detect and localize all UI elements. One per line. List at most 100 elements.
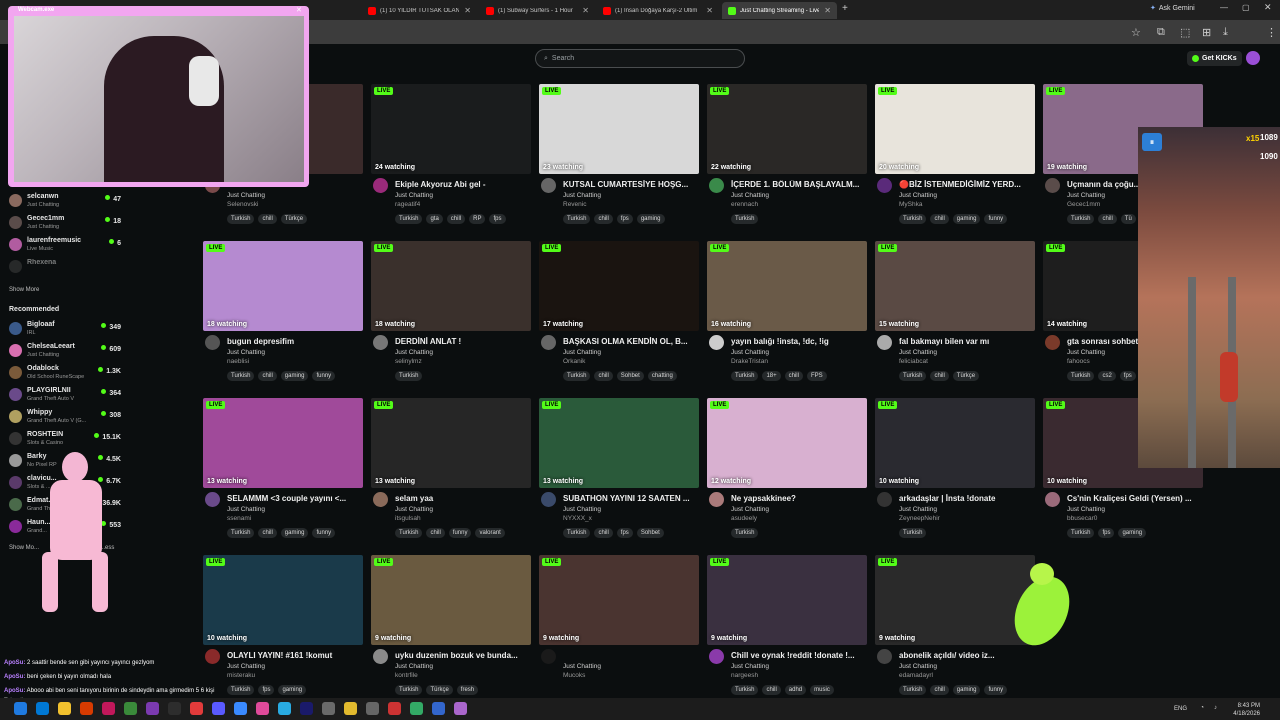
tag-chip[interactable]: funny xyxy=(448,528,472,538)
stream-username[interactable]: DrakeTristan xyxy=(731,358,768,365)
stream-title[interactable]: bugun depresifim xyxy=(227,337,363,346)
stream-category[interactable]: Just Chatting xyxy=(1067,349,1105,356)
stream-username[interactable]: kontrfile xyxy=(395,672,418,679)
channel-avatar[interactable] xyxy=(877,178,892,193)
stream-category[interactable]: Just Chatting xyxy=(731,663,769,670)
stream-title[interactable]: İÇERDE 1. BÖLÜM BAŞLAYALM... xyxy=(731,180,867,189)
stream-category[interactable]: Just Chatting xyxy=(395,192,433,199)
stream-thumbnail[interactable]: LIVE 17 watching xyxy=(539,241,699,331)
stream-username[interactable]: fahoocs xyxy=(1067,358,1090,365)
tag-chip[interactable]: fps xyxy=(1119,371,1136,381)
tag-chip[interactable]: Turkish xyxy=(563,528,591,538)
stream-category[interactable]: Just Chatting xyxy=(1067,192,1105,199)
channel-avatar[interactable] xyxy=(1045,178,1060,193)
stream-thumbnail[interactable]: LIVE 12 watching xyxy=(707,398,867,488)
stream-title[interactable]: SUBATHON YAYINI 12 SAATEN ... xyxy=(563,494,699,503)
taskbar-app-icon[interactable] xyxy=(190,702,203,715)
tag-chip[interactable]: Turkish xyxy=(227,214,255,224)
stream-thumbnail[interactable]: LIVE 13 watching xyxy=(371,398,531,488)
channel-avatar[interactable] xyxy=(877,649,892,664)
stream-username[interactable]: naeblisi xyxy=(227,358,249,365)
tag-chip[interactable]: gaming xyxy=(952,214,981,224)
stream-card[interactable]: LIVE 9 watching uyku duzenim bozuk ve bund… xyxy=(371,555,531,700)
channel-avatar[interactable] xyxy=(877,335,892,350)
tag-chip[interactable]: fps xyxy=(616,528,633,538)
tag-chip[interactable]: Türkçe xyxy=(952,371,980,381)
channel-avatar[interactable] xyxy=(709,492,724,507)
channel-avatar[interactable] xyxy=(541,492,556,507)
tag-chip[interactable]: fps xyxy=(489,214,506,224)
taskbar-app-icon[interactable] xyxy=(14,702,27,715)
tag-chip[interactable]: chill xyxy=(762,685,781,695)
tag-chip[interactable]: FPS xyxy=(806,371,827,381)
tag-chip[interactable]: chill xyxy=(258,528,277,538)
stream-username[interactable]: MyShka xyxy=(899,201,922,208)
tag-chip[interactable]: chill xyxy=(258,214,277,224)
sidebar-item-recommended[interactable]: PLAYGIRLNII Grand Theft Auto V 364 xyxy=(9,385,121,407)
downloads-icon[interactable]: ⤓ xyxy=(1223,26,1228,39)
extensions-icon[interactable]: ⧉ xyxy=(1157,26,1165,39)
channel-avatar[interactable] xyxy=(709,649,724,664)
maximize-icon[interactable]: ▢ xyxy=(1242,3,1250,12)
stream-title[interactable]: selam yaa xyxy=(395,494,531,503)
channel-avatar[interactable] xyxy=(1045,492,1060,507)
tag-chip[interactable]: Turkish xyxy=(563,371,591,381)
tag-chip[interactable]: Tü xyxy=(1120,214,1136,224)
stream-thumbnail[interactable]: LIVE 20 watching xyxy=(875,84,1035,174)
tag-chip[interactable]: Turkish xyxy=(563,214,591,224)
stream-title[interactable]: arkadaşlar | İnsta !donate xyxy=(899,494,1035,503)
tag-chip[interactable]: Turkish xyxy=(395,528,423,538)
stream-username[interactable]: itsgulsah xyxy=(395,515,421,522)
stream-category[interactable]: Just Chatting xyxy=(899,349,937,356)
stream-title[interactable]: SELAMMM <3 couple yayını <... xyxy=(227,494,363,503)
tag-chip[interactable]: Turkish xyxy=(395,685,423,695)
stream-username[interactable]: feliciabcat xyxy=(899,358,928,365)
extension-icon-2[interactable]: ⬚ xyxy=(1180,26,1190,39)
stream-username[interactable]: Gecec1mm xyxy=(1067,201,1100,208)
stream-username[interactable]: selinylmz xyxy=(395,358,422,365)
stream-card[interactable]: LIVE 18 watching bugun depresifim Just Chat… xyxy=(203,241,363,386)
tag-chip[interactable]: valorant xyxy=(475,528,505,538)
stream-username[interactable]: NYXXX_x xyxy=(563,515,592,522)
tag-chip[interactable]: fps xyxy=(616,214,633,224)
stream-category[interactable]: Just Chatting xyxy=(563,192,601,199)
stream-category[interactable]: Just Chatting xyxy=(395,663,433,670)
channel-avatar[interactable] xyxy=(205,335,220,350)
stream-card[interactable]: LIVE 23 watching KUTSAL CUMARTESİYE HOŞG..… xyxy=(539,84,699,229)
tag-chip[interactable]: chill xyxy=(784,371,803,381)
wifi-icon[interactable]: ◔ xyxy=(1200,704,1204,712)
stream-category[interactable]: Just Chatting xyxy=(899,663,937,670)
tag-chip[interactable]: Turkish xyxy=(899,528,927,538)
stream-card[interactable]: LIVE 20 watching 🔴BİZ İSTENMEDİĞİMİZ YERD.… xyxy=(875,84,1035,229)
stream-title[interactable]: Ekiple Akyoruz Abi gel - xyxy=(395,180,531,189)
stream-title[interactable]: KUTSAL CUMARTESİYE HOŞG... xyxy=(563,180,699,189)
stream-title[interactable]: yayın balığı !insta, !dc, !ig xyxy=(731,337,867,346)
stream-category[interactable]: Just Chatting xyxy=(227,349,265,356)
tag-chip[interactable]: gaming xyxy=(280,528,309,538)
stream-category[interactable]: Just Chatting xyxy=(563,349,601,356)
stream-category[interactable]: Just Chatting xyxy=(731,192,769,199)
sidebar-item-recommended[interactable]: Odablock Old School RuneScape 1.3K xyxy=(9,363,121,385)
tag-chip[interactable]: Turkish xyxy=(899,685,927,695)
taskbar-app-icon[interactable] xyxy=(256,702,269,715)
tag-chip[interactable]: RP xyxy=(469,214,486,224)
close-window-icon[interactable]: ✕ xyxy=(1264,2,1272,13)
stream-username[interactable]: Selenovski xyxy=(227,201,258,208)
taskbar-app-icon[interactable] xyxy=(146,702,159,715)
taskbar-app-icon[interactable] xyxy=(410,702,423,715)
tag-chip[interactable]: funny xyxy=(312,528,336,538)
tag-chip[interactable]: funny xyxy=(312,371,336,381)
taskbar-app-icon[interactable] xyxy=(454,702,467,715)
stream-thumbnail[interactable]: LIVE 18 watching xyxy=(203,241,363,331)
stream-title[interactable]: 🔴BİZ İSTENMEDİĞİMİZ YERD... xyxy=(899,180,1035,189)
stream-thumbnail[interactable]: LIVE 9 watching xyxy=(371,555,531,645)
sidebar-item-recommended[interactable]: ROSHTEIN Slots & Casino 15.1K xyxy=(9,429,121,451)
stream-username[interactable]: Mucoks xyxy=(563,672,585,679)
stream-category[interactable]: Just Chatting xyxy=(731,349,769,356)
stream-card[interactable]: LIVE 22 watching İÇERDE 1. BÖLÜM BAŞLAYALM… xyxy=(707,84,867,229)
pause-icon[interactable]: ⏸ xyxy=(1142,133,1162,151)
tag-chip[interactable]: 18+ xyxy=(762,371,781,381)
channel-avatar[interactable] xyxy=(205,492,220,507)
stream-title[interactable]: Cs'nin Kraliçesi Geldi (Yersen) ... xyxy=(1067,494,1203,503)
stream-card[interactable]: LIVE 13 watching SUBATHON YAYINI 12 SAATEN… xyxy=(539,398,699,543)
